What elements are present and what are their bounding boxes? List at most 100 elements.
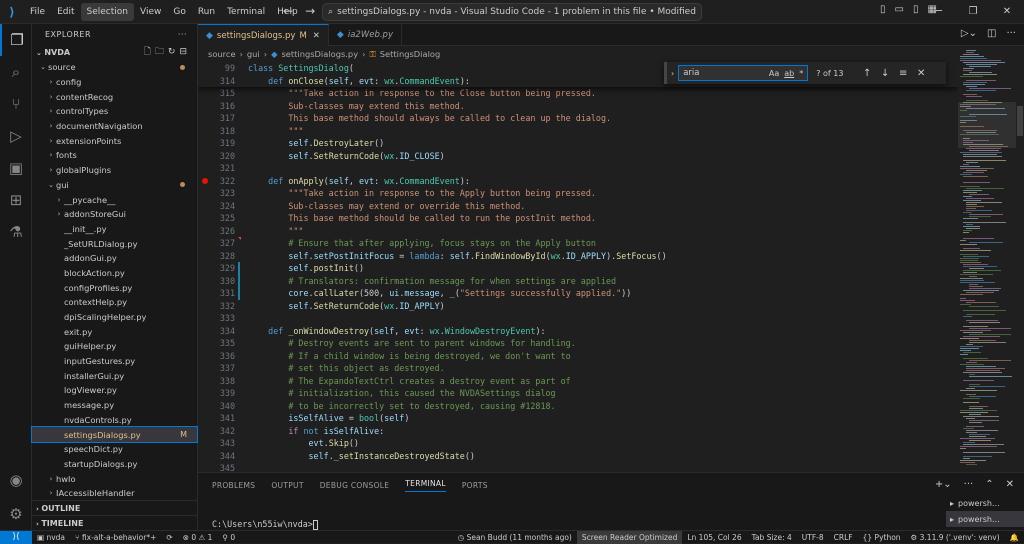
tree-item[interactable]: › IAccessibleHandler xyxy=(32,486,197,501)
toggle-panel-icon[interactable]: ▭ xyxy=(895,4,904,15)
regex-icon[interactable]: * xyxy=(799,69,803,78)
match-word-icon[interactable]: ab xyxy=(784,69,794,78)
breadcrumb-item[interactable]: gui xyxy=(247,49,260,59)
breadcrumb-item[interactable]: settingsDialogs.py xyxy=(281,49,358,59)
command-center[interactable]: ⌕ settingsDialogs.py - nvda - Visual Stu… xyxy=(322,3,702,21)
tree-item[interactable]: blockAction.py xyxy=(32,266,197,281)
code-line[interactable]: 325 This base method should be called to… xyxy=(198,212,958,225)
code-line[interactable]: 336 # If a child window is being destroy… xyxy=(198,350,958,363)
tree-item[interactable]: › contentRecog xyxy=(32,89,197,104)
tab-size[interactable]: Tab Size: 4 xyxy=(747,531,797,544)
tab-settingsdialogs[interactable]: ◆ settingsDialogs.py M ✕ xyxy=(198,24,329,46)
tree-item[interactable]: › fonts xyxy=(32,148,197,163)
timeline-section[interactable]: › TIMELINE xyxy=(32,515,198,531)
back-arrow-icon[interactable]: ← xyxy=(283,4,293,18)
tab-ia2web[interactable]: ◆ ia2Web.py xyxy=(329,24,402,46)
remote-indicator-icon[interactable]: ⟩⟨ xyxy=(0,530,32,544)
close-tab-icon[interactable]: ✕ xyxy=(313,31,320,41)
language-mode[interactable]: {} Python xyxy=(858,531,906,544)
source-control-icon[interactable]: ⑂ xyxy=(0,88,32,120)
code-line[interactable]: 334 def _onWindowDestroy(self, evt: wx.W… xyxy=(198,325,958,338)
workspace-root[interactable]: ⌄ NVDA 🗋🗀↻⊟ xyxy=(32,44,197,60)
code-line[interactable]: 328 self.setPostInitFocus = lambda: self… xyxy=(198,250,958,263)
code-line[interactable]: 345 xyxy=(198,462,958,472)
maximize-panel-icon[interactable]: ⌃ xyxy=(985,479,993,490)
code-line[interactable]: 329 self.postInit() xyxy=(198,262,958,275)
diff-gutter-mark[interactable] xyxy=(238,237,241,240)
extensions-icon[interactable]: ⊞ xyxy=(0,184,32,216)
line-ending[interactable]: CRLF xyxy=(829,531,858,544)
tree-item[interactable]: addonGui.py xyxy=(32,251,197,266)
code-line[interactable]: 341 isSelfAlive = bool(self) xyxy=(198,412,958,425)
code-line[interactable]: 340 # to be incorrectly set to destroyed… xyxy=(198,400,958,413)
previous-match-icon[interactable]: ↑ xyxy=(860,68,874,79)
tree-item[interactable]: configProfiles.py xyxy=(32,280,197,295)
minimap-slider[interactable] xyxy=(958,102,1016,148)
close-find-icon[interactable]: ✕ xyxy=(914,68,928,79)
new-terminal-icon[interactable]: +⌄ xyxy=(935,479,952,490)
next-match-icon[interactable]: ↓ xyxy=(878,68,892,79)
tree-item[interactable]: contextHelp.py xyxy=(32,295,197,310)
menu-go[interactable]: Go xyxy=(167,3,191,21)
diff-gutter-mark[interactable] xyxy=(238,287,240,300)
split-editor-icon[interactable]: ◫ xyxy=(987,28,996,39)
more-panel-actions-icon[interactable]: ··· xyxy=(964,479,974,490)
code-line[interactable]: 316 Sub-classes may extend this method. xyxy=(198,100,958,113)
code-line[interactable]: 335 # Destroy events are sent to parent … xyxy=(198,337,958,350)
tree-item[interactable]: nvdaControls.py xyxy=(32,413,197,428)
run-file-icon[interactable]: ▷⌄ xyxy=(961,28,977,39)
tree-item[interactable]: exit.py xyxy=(32,324,197,339)
repo-status[interactable]: ▣ nvda xyxy=(32,531,70,544)
tree-item[interactable]: › controlTypes xyxy=(32,104,197,119)
breakpoint-icon[interactable] xyxy=(202,177,208,184)
menu-edit[interactable]: Edit xyxy=(51,3,80,21)
tree-item[interactable]: › hwIo xyxy=(32,471,197,486)
settings-gear-icon[interactable]: ⚙ xyxy=(0,498,32,530)
debug-status[interactable]: ⚲ 0 xyxy=(217,531,240,544)
panel-tab-terminal[interactable]: TERMINAL xyxy=(405,479,446,492)
terminal-list-item[interactable]: ▸ powersh... xyxy=(946,511,1024,527)
panel-tab-output[interactable]: OUTPUT xyxy=(271,481,303,490)
breadcrumb-item[interactable]: SettingsDialog xyxy=(380,49,440,59)
tree-item[interactable]: dpiScalingHelper.py xyxy=(32,310,197,325)
match-case-icon[interactable]: Aa xyxy=(769,69,779,78)
tree-item[interactable]: _SetURLDialog.py xyxy=(32,236,197,251)
menu-terminal[interactable]: Terminal xyxy=(221,3,271,21)
code-line[interactable]: 333 xyxy=(198,312,958,325)
diff-gutter-mark[interactable] xyxy=(238,262,240,275)
toggle-replace-icon[interactable]: › xyxy=(671,69,674,78)
explorer-icon[interactable]: ❐ xyxy=(0,24,32,56)
panel-tab-debug-console[interactable]: DEBUG CONSOLE xyxy=(320,481,390,490)
menu-run[interactable]: Run xyxy=(192,3,221,21)
code-line[interactable]: 320 self.SetReturnCode(wx.ID_CLOSE) xyxy=(198,150,958,163)
code-line[interactable]: 323 """Take action in response to the Ap… xyxy=(198,187,958,200)
menu-file[interactable]: File xyxy=(24,3,51,21)
code-line[interactable]: 319 self.DestroyLater() xyxy=(198,137,958,150)
blame-status[interactable]: ◷ Sean Budd (11 months ago) xyxy=(453,531,577,544)
outline-section[interactable]: › OUTLINE xyxy=(32,500,198,516)
tree-item[interactable]: › addonStoreGui xyxy=(32,207,197,222)
minimap[interactable] xyxy=(958,46,1016,472)
notifications-icon[interactable]: 🔔 xyxy=(1005,531,1024,544)
tree-item[interactable]: installerGui.py xyxy=(32,368,197,383)
terminal-output[interactable]: C:\Users\n55iw\nvda> xyxy=(212,519,318,530)
panel-tab-ports[interactable]: PORTS xyxy=(462,481,488,490)
tree-item[interactable]: ⌄ source xyxy=(32,60,197,75)
tree-item[interactable]: logViewer.py xyxy=(32,383,197,398)
code-line[interactable]: 315 """Take action in response to the Cl… xyxy=(198,87,958,100)
code-editor[interactable]: 99 class SettingsDialog(314 def onClose(s… xyxy=(198,62,958,472)
run-debug-icon[interactable]: ▷ xyxy=(0,120,32,152)
tree-item[interactable]: startupDialogs.py xyxy=(32,457,197,472)
remote-explorer-icon[interactable]: ▣ xyxy=(0,152,32,184)
code-line[interactable]: 338 # The ExpandoTextCtrl creates a dest… xyxy=(198,375,958,388)
tree-item[interactable]: ⌄ gui xyxy=(32,178,197,193)
tree-item[interactable]: › __pycache__ xyxy=(32,192,197,207)
python-interpreter[interactable]: ⚙ 3.11.9 ('.venv': venv) xyxy=(906,531,1005,544)
testing-icon[interactable]: ⚗ xyxy=(0,216,32,248)
code-line[interactable]: 330 # Translators: confirmation message … xyxy=(198,274,958,287)
menu-selection[interactable]: Selection xyxy=(80,2,134,21)
terminal-list-item[interactable]: ▸ powersh... xyxy=(946,495,1024,511)
branch-status[interactable]: ⑂ fix-alt-a-behavior*+ xyxy=(70,531,161,544)
code-line[interactable]: 324 Sub-classes may extend or override t… xyxy=(198,200,958,213)
tree-item[interactable]: speechDict.py xyxy=(32,442,197,457)
